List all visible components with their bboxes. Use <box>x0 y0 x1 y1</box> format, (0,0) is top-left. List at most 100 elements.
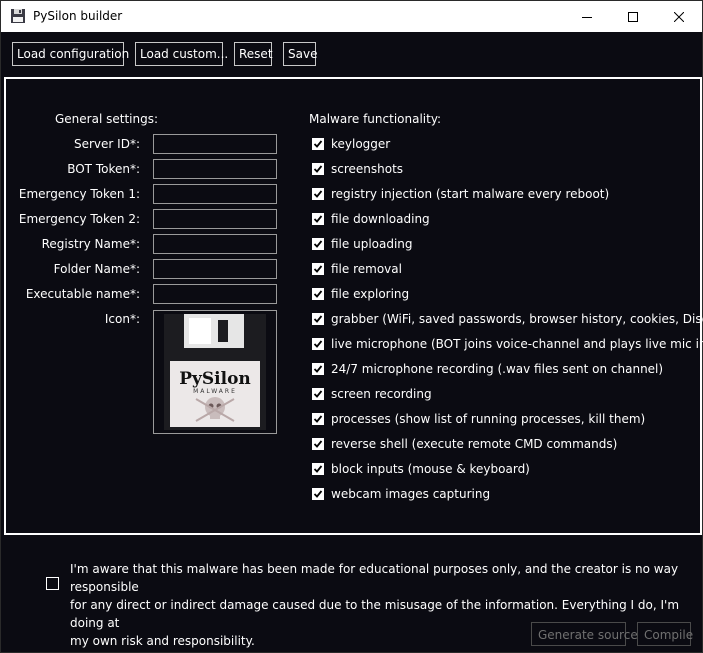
maximize-button[interactable] <box>610 1 656 32</box>
functionality-label: file downloading <box>331 212 430 226</box>
save-button[interactable]: Save <box>283 42 317 66</box>
server-id-input[interactable] <box>153 134 277 154</box>
check-icon <box>313 365 323 373</box>
functionality-label: webcam images capturing <box>331 487 491 501</box>
functionality-item[interactable]: file uploading <box>312 235 413 253</box>
minimize-icon <box>582 16 592 18</box>
settings-panel: General settings: Server ID*: BOT Token*… <box>4 77 703 535</box>
emergency-token-2-label: Emergency Token 2: <box>18 212 140 226</box>
check-icon <box>313 490 323 498</box>
check-icon <box>313 390 323 398</box>
general-settings-heading: General settings: <box>55 112 159 126</box>
bot-token-label: BOT Token*: <box>67 162 140 176</box>
floppy-disk-skull-icon: PySilon MALWARE <box>164 314 266 430</box>
load-configuration-button[interactable]: Load configuration <box>12 42 129 66</box>
checkbox[interactable] <box>312 263 324 275</box>
executable-name-label: Executable name*: <box>25 287 140 301</box>
functionality-label: grabber (WiFi, saved passwords, browser … <box>331 312 703 326</box>
checkbox[interactable] <box>312 313 324 325</box>
checkbox[interactable] <box>312 438 324 450</box>
server-id-label: Server ID*: <box>74 137 140 151</box>
functionality-item[interactable]: screen recording <box>312 385 432 403</box>
checkbox[interactable] <box>312 188 324 200</box>
maximize-icon <box>628 11 638 22</box>
check-icon <box>313 315 323 323</box>
functionality-item[interactable]: block inputs (mouse & keyboard) <box>312 460 530 478</box>
window-title: PySilon builder <box>33 9 123 23</box>
functionality-item[interactable]: file removal <box>312 260 402 278</box>
compile-button[interactable]: Compile <box>637 622 693 646</box>
registry-name-label: Registry Name*: <box>41 237 140 251</box>
checkbox[interactable] <box>312 163 324 175</box>
check-icon <box>313 140 323 148</box>
check-icon <box>313 465 323 473</box>
checkbox[interactable] <box>312 413 324 425</box>
checkbox[interactable] <box>312 338 324 350</box>
checkbox[interactable] <box>312 138 324 150</box>
functionality-item[interactable]: file downloading <box>312 210 430 228</box>
icon-label: Icon*: <box>104 312 140 326</box>
functionality-label: file uploading <box>331 237 413 251</box>
functionality-label: screen recording <box>331 387 432 401</box>
functionality-label: keylogger <box>331 137 391 151</box>
agreement-line-1: I'm aware that this malware has been mad… <box>70 562 679 594</box>
check-icon <box>313 215 323 223</box>
functionality-label: reverse shell (execute remote CMD comman… <box>331 437 618 451</box>
emergency-token-1-label: Emergency Token 1: <box>18 187 140 201</box>
check-icon <box>313 165 323 173</box>
functionality-item[interactable]: reverse shell (execute remote CMD comman… <box>312 435 617 453</box>
checkbox[interactable] <box>312 488 324 500</box>
checkbox[interactable] <box>312 288 324 300</box>
check-icon <box>313 290 323 298</box>
check-icon <box>313 265 323 273</box>
registry-name-input[interactable] <box>153 234 277 254</box>
functionality-label: file exploring <box>331 287 410 301</box>
functionality-item[interactable]: webcam images capturing <box>312 485 490 503</box>
functionality-item[interactable]: live microphone (BOT joins voice-channel… <box>312 335 703 353</box>
functionality-item[interactable]: keylogger <box>312 135 390 153</box>
functionality-item[interactable]: screenshots <box>312 160 403 178</box>
bot-token-input[interactable] <box>153 159 277 179</box>
close-icon <box>674 11 684 22</box>
folder-name-label: Folder Name*: <box>53 262 140 276</box>
title-bar[interactable]: PySilon builder <box>1 1 702 32</box>
emergency-token-1-input[interactable] <box>153 184 277 204</box>
functionality-label: block inputs (mouse & keyboard) <box>331 462 530 476</box>
close-button[interactable] <box>656 1 702 32</box>
load-custom-button[interactable]: Load custom... <box>135 42 228 66</box>
checkbox[interactable] <box>312 463 324 475</box>
checkbox[interactable] <box>312 388 324 400</box>
check-icon <box>313 190 323 198</box>
emergency-token-2-input[interactable] <box>153 209 277 229</box>
generate-source-button[interactable]: Generate source <box>531 622 638 646</box>
checkbox[interactable] <box>312 213 324 225</box>
executable-name-input[interactable] <box>153 284 277 304</box>
builder-window: PySilon builder Load configuration Load … <box>0 0 703 653</box>
agreement-checkbox[interactable] <box>46 577 59 590</box>
svg-text:PySilon: PySilon <box>179 369 251 389</box>
functionality-item[interactable]: grabber (WiFi, saved passwords, browser … <box>312 310 703 328</box>
functionality-label: processes (show list of running processe… <box>331 412 646 426</box>
functionality-label: 24/7 microphone recording (.wav files se… <box>331 362 664 376</box>
functionality-item[interactable]: registry injection (start malware every … <box>312 185 609 203</box>
malware-functionality-heading: Malware functionality: <box>309 112 442 126</box>
check-icon <box>313 440 323 448</box>
folder-name-input[interactable] <box>153 259 277 279</box>
checkbox[interactable] <box>312 363 324 375</box>
svg-text:MALWARE: MALWARE <box>193 388 237 395</box>
floppy-disk-icon <box>10 8 26 24</box>
icon-picker[interactable]: PySilon MALWARE <box>153 310 277 434</box>
checkbox[interactable] <box>312 238 324 250</box>
functionality-item[interactable]: processes (show list of running processe… <box>312 410 645 428</box>
check-icon <box>313 415 323 423</box>
check-icon <box>313 340 323 348</box>
check-icon <box>313 240 323 248</box>
functionality-item[interactable]: file exploring <box>312 285 409 303</box>
functionality-label: live microphone (BOT joins voice-channel… <box>331 337 703 351</box>
minimize-button[interactable] <box>564 1 610 32</box>
reset-button[interactable]: Reset <box>234 42 273 66</box>
functionality-label: screenshots <box>331 162 404 176</box>
functionality-label: file removal <box>331 262 402 276</box>
functionality-item[interactable]: 24/7 microphone recording (.wav files se… <box>312 360 663 378</box>
functionality-label: registry injection (start malware every … <box>331 187 610 201</box>
